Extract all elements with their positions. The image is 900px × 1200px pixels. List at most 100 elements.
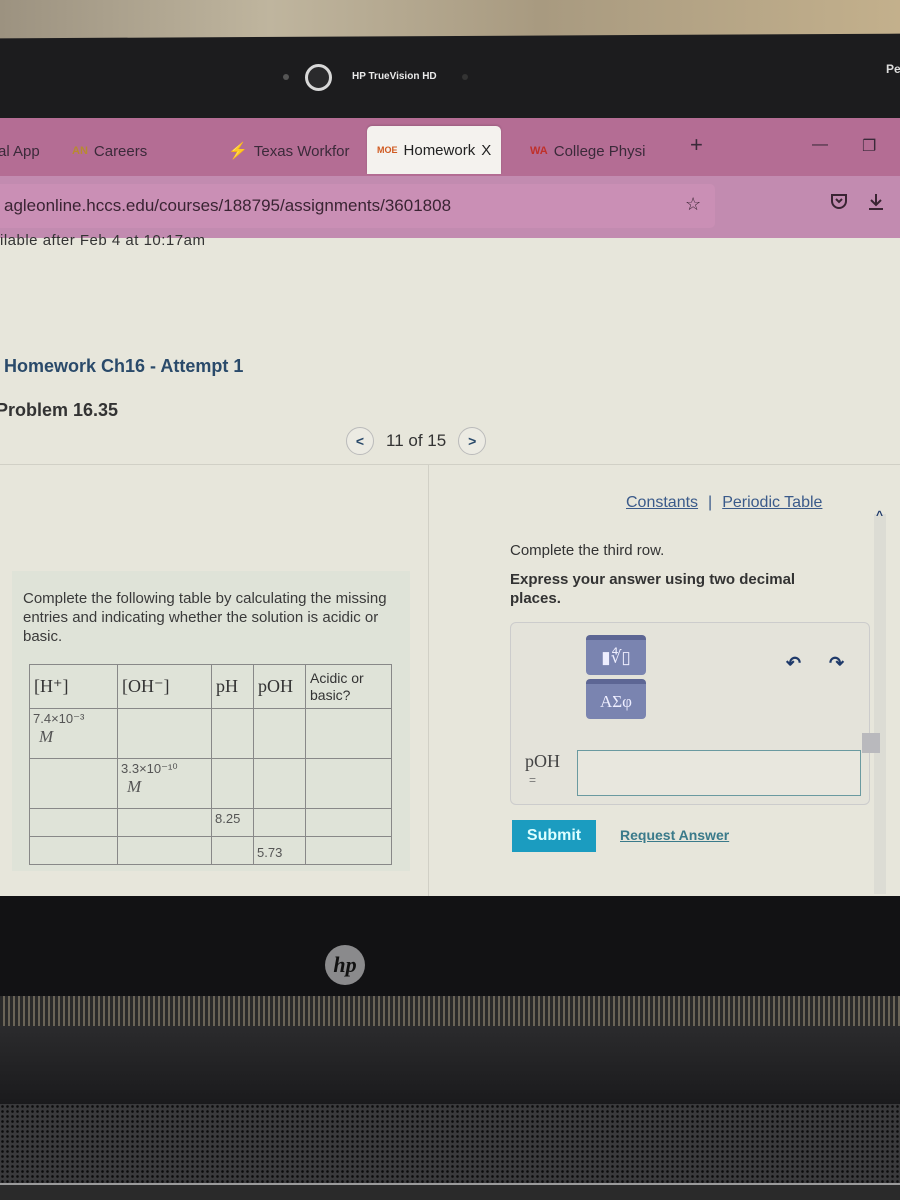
cell-oh	[117, 708, 212, 759]
table-row: 5.73	[29, 836, 392, 865]
cell-oh	[117, 808, 212, 837]
periodic-table-link[interactable]: Periodic Table	[722, 494, 822, 512]
lightning-icon: ⚡	[228, 143, 248, 160]
tab-label: Homework	[403, 141, 476, 159]
table-row: 3.3×10⁻¹⁰ M	[29, 758, 392, 809]
laptop-top-bezel	[0, 33, 900, 129]
undo-icon[interactable]: ↶	[786, 653, 801, 674]
cell-value: 5.73	[257, 845, 283, 860]
cell-ph	[211, 708, 254, 759]
tab-careers[interactable]: AN Careers	[72, 140, 147, 162]
new-tab-button[interactable]: +	[690, 132, 703, 158]
submit-button[interactable]: Submit	[512, 820, 596, 852]
hp-logo: hp	[325, 945, 365, 985]
cell-poh	[253, 808, 306, 837]
tab-college-physics[interactable]: WA College Physi	[530, 140, 645, 162]
webcam-label: HP TrueVision HD	[352, 71, 437, 82]
answer-equals: =	[529, 773, 537, 787]
cell-h	[29, 758, 118, 809]
request-answer-link[interactable]: Request Answer	[620, 827, 729, 843]
question-prompt: Complete the third row.	[510, 542, 665, 559]
link-separator: |	[708, 494, 713, 511]
laptop-vent	[0, 996, 900, 1026]
speaker-grille	[0, 1104, 900, 1184]
minimize-button[interactable]: —	[812, 136, 828, 154]
templates-icon: ▮∜▯	[601, 647, 631, 667]
address-bar-area: agleonline.hccs.edu/courses/188795/assig…	[0, 176, 900, 238]
webassign-favicon-icon: WA	[530, 145, 548, 157]
cell-unit: M	[127, 777, 142, 796]
pager-text: 11 of 15	[386, 431, 447, 450]
resource-links: Constants | Periodic Table	[626, 494, 822, 512]
scrollbar-thumb[interactable]	[862, 733, 880, 753]
divider	[0, 464, 900, 465]
header-h: [H⁺]	[29, 664, 118, 709]
header-oh: [OH⁻]	[117, 664, 212, 709]
cell-ph	[211, 758, 254, 809]
cell-h: 7.4×10⁻³ M	[29, 708, 118, 759]
sensor-dot	[283, 74, 289, 80]
download-icon[interactable]	[866, 192, 886, 217]
laptop-hinge	[0, 1026, 900, 1106]
availability-text: ilable after Feb 4 at 10:17am	[0, 232, 206, 249]
problem-title: Problem 16.35	[0, 400, 119, 420]
tab-texas-workforce[interactable]: ⚡ Texas Workfor	[228, 140, 350, 162]
greek-symbols-icon: ΑΣφ	[600, 691, 632, 711]
cell-ph: 8.25	[211, 808, 254, 837]
header-ph: pH	[211, 664, 254, 709]
restore-button[interactable]: ❐	[862, 136, 876, 156]
tab-label: Careers	[93, 142, 148, 160]
problem-statement: Complete the following table by calculat…	[12, 571, 410, 871]
cell-acidic-basic	[305, 808, 392, 837]
bookmark-star-icon[interactable]: ☆	[685, 194, 701, 215]
scrollbar[interactable]	[874, 514, 886, 894]
corner-text: Pe	[886, 62, 900, 76]
cell-poh	[253, 708, 306, 759]
previous-problem-button[interactable]: <	[346, 427, 374, 455]
tab-label: Texas Workfor	[253, 142, 350, 160]
laptop-bottom-bezel	[0, 896, 900, 996]
templates-button[interactable]: ▮∜▯	[586, 635, 646, 675]
laptop-edge	[0, 1183, 900, 1200]
assignment-page: ilable after Feb 4 at 10:17am Homework C…	[0, 232, 900, 898]
sensor-dot	[462, 74, 468, 80]
cell-poh	[253, 758, 306, 809]
url-text: agleonline.hccs.edu/courses/188795/assig…	[4, 196, 452, 215]
webcam-icon	[305, 64, 332, 91]
question-instruction: Express your answer using two decimal pl…	[510, 571, 796, 607]
assignment-title: Homework Ch16 - Attempt 1	[4, 356, 244, 376]
close-tab-icon[interactable]: X	[481, 142, 491, 159]
cell-oh	[117, 836, 212, 865]
next-problem-button[interactable]: >	[458, 427, 487, 455]
pocket-icon[interactable]	[830, 192, 848, 215]
tab-apps[interactable]: al App	[0, 140, 40, 162]
cell-value: 7.4×10⁻³	[33, 711, 85, 726]
header-acidic-basic: Acidic or basic?	[305, 664, 392, 709]
cell-h	[29, 808, 118, 837]
answer-label: pOH	[525, 751, 560, 771]
cell-h	[29, 836, 118, 865]
symbols-button[interactable]: ΑΣφ	[586, 679, 646, 719]
tab-label: al App	[0, 142, 40, 160]
answer-area: ▮∜▯ ΑΣφ ↶ ↷ pOH =	[510, 622, 870, 805]
cell-oh: 3.3×10⁻¹⁰ M	[117, 758, 212, 809]
cell-acidic-basic	[305, 836, 392, 865]
redo-icon[interactable]: ↷	[829, 653, 844, 674]
problem-pager: < 11 of 15 >	[346, 427, 487, 455]
ph-table: [H⁺] [OH⁻] pH pOH Acidic or basic? 7.4×1…	[29, 664, 392, 865]
cell-poh: 5.73	[253, 836, 306, 865]
problem-instructions: Complete the following table by calculat…	[23, 590, 387, 645]
table-row: 8.25	[29, 808, 392, 837]
cell-ph	[211, 836, 254, 865]
constants-link[interactable]: Constants	[626, 494, 698, 512]
tab-label: College Physi	[553, 142, 646, 160]
cell-value: 8.25	[215, 811, 241, 826]
table-header-row: [H⁺] [OH⁻] pH pOH Acidic or basic?	[29, 664, 392, 709]
tab-homework[interactable]: MOE Homework X	[367, 126, 502, 174]
careers-favicon-icon: AN	[72, 145, 88, 157]
cell-value: 3.3×10⁻¹⁰	[121, 761, 178, 776]
poh-answer-input[interactable]	[577, 750, 861, 796]
scroll-up-icon[interactable]: ^	[876, 508, 883, 522]
address-bar[interactable]: agleonline.hccs.edu/courses/188795/assig…	[0, 184, 715, 228]
table-row: 7.4×10⁻³ M	[29, 708, 392, 759]
